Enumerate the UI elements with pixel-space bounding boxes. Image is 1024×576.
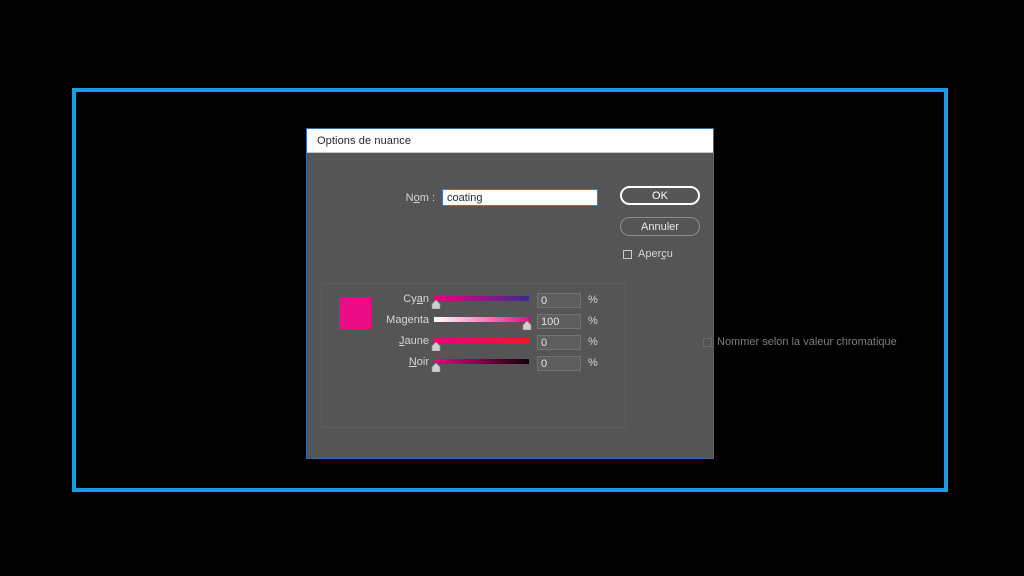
- slider-magenta[interactable]: [434, 314, 532, 330]
- channel-label-jaune: Jaune: [399, 335, 429, 347]
- name-label: Nom :: [405, 191, 435, 204]
- channel-value-noir[interactable]: [537, 356, 581, 371]
- slider-cyan[interactable]: [431, 293, 529, 309]
- slider-track-jaune: [434, 338, 529, 343]
- swatch-name-input[interactable]: [442, 189, 598, 206]
- screen-root: Options de nuance Nom : Nommer selon la …: [0, 0, 1024, 576]
- percent-symbol-noir: %: [588, 357, 598, 369]
- preview-checkbox[interactable]: [623, 249, 632, 259]
- ok-button[interactable]: OK: [620, 186, 700, 205]
- channel-label-magenta: Magenta: [386, 314, 429, 326]
- dialog-buttons: OK Annuler Aperçu: [620, 186, 700, 260]
- slider-track-cyan: [434, 296, 529, 301]
- channel-row-jaune: Jaune 0 %: [376, 335, 622, 356]
- swatch-options-dialog: Options de nuance Nom : Nommer selon la …: [306, 128, 897, 459]
- channel-sliders: Cyan 0 % Magenta 100 % Jaune 0 % Noir 0 …: [376, 293, 622, 377]
- dialog-title: Options de nuance: [317, 134, 412, 147]
- channel-row-cyan: Cyan 0 %: [376, 293, 622, 314]
- percent-symbol-jaune: %: [588, 336, 598, 348]
- slider-noir[interactable]: [431, 356, 529, 372]
- slider-jaune[interactable]: [431, 335, 529, 351]
- channel-row-noir: Noir 0 %: [376, 356, 622, 377]
- dialog-titlebar: Options de nuance: [307, 129, 713, 153]
- percent-symbol-cyan: %: [588, 294, 598, 306]
- slider-thumb-jaune[interactable]: [431, 342, 441, 351]
- slider-track-noir: [434, 359, 529, 364]
- slider-thumb-cyan[interactable]: [431, 300, 441, 309]
- channel-label-noir: Noir: [408, 356, 429, 368]
- auto-name-checkbox: [703, 337, 712, 347]
- auto-name-row: Nommer selon la valeur chromatique: [703, 336, 897, 348]
- channel-value-cyan[interactable]: [537, 293, 581, 308]
- cancel-button[interactable]: Annuler: [620, 217, 700, 236]
- color-preview-swatch: [339, 297, 371, 329]
- preview-row[interactable]: Aperçu: [620, 248, 700, 260]
- slider-thumb-noir[interactable]: [431, 363, 441, 372]
- channel-value-magenta[interactable]: [537, 314, 581, 329]
- slider-track-magenta: [434, 317, 529, 322]
- slider-thumb-magenta[interactable]: [522, 321, 532, 330]
- channel-value-jaune[interactable]: [537, 335, 581, 350]
- dialog-body: Nom : Nommer selon la valeur chromatique…: [307, 153, 897, 458]
- channel-row-magenta: Magenta 100 %: [376, 314, 622, 335]
- preview-label: Aperçu: [638, 248, 673, 260]
- percent-symbol-magenta: %: [588, 315, 598, 327]
- channel-label-cyan: Cyan: [403, 293, 429, 305]
- auto-name-label: Nommer selon la valeur chromatique: [717, 336, 897, 348]
- color-panel: Cyan 0 % Magenta 100 % Jaune 0 % Noir 0 …: [321, 283, 626, 428]
